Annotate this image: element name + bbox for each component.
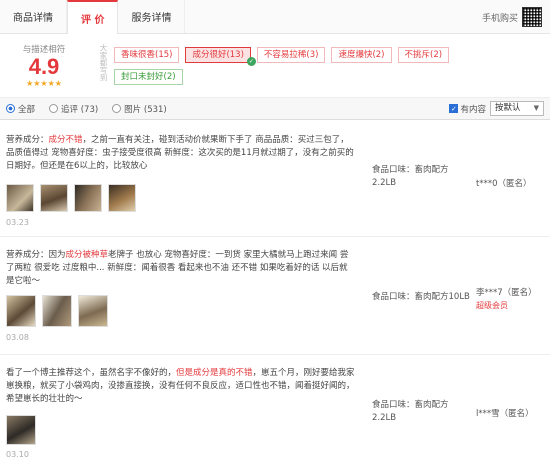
flavor-weight: 2.2LB <box>372 178 397 188</box>
review-photos <box>6 295 108 327</box>
flavor-label: 食品口味：畜肉配方10LB <box>372 292 470 302</box>
review-photo[interactable] <box>40 184 68 212</box>
review-text-part: 营养成分：因为 <box>6 250 66 260</box>
has-content-checkbox[interactable]: ✓ 有内容 <box>449 103 486 115</box>
tab-reviews[interactable]: 评 价 <box>67 0 119 34</box>
review-item: 营养成分：成分不错，之前一直有关注，碰到活动价就果断下手了 商品品质：买过三包了… <box>0 120 550 237</box>
score-value: 4.9 <box>28 54 60 79</box>
tag-item-selected[interactable]: 成分很好(13) ✓ <box>185 46 256 66</box>
review-photo[interactable] <box>6 295 36 327</box>
filter-append-radio[interactable]: 追评 (73) <box>49 103 98 115</box>
tag-item[interactable]: 不容易拉稀(3) <box>256 46 326 63</box>
checkbox-checked-icon: ✓ <box>449 104 459 113</box>
tab-bar: 商品详情 评 价 服务详情 手机购买 <box>0 0 550 34</box>
vip-badge: 超级会员 <box>476 301 508 310</box>
check-icon: ✓ <box>246 56 256 66</box>
star-rating-icon: ★★★★★ <box>26 79 62 88</box>
tags-side-label: 大家都写到 <box>99 43 108 82</box>
review-text: 看了一个博主推荐这个，虽然名字不像好的，但是成分是真的不错，崽五个月，刚好要给我… <box>6 367 356 406</box>
review-summary: 与描述相符 4.9 ★★★★★ 大家都写到 香味很香(15) 成分很好(13) … <box>0 34 550 98</box>
chevron-down-icon: ▼ <box>533 104 539 112</box>
tag-item[interactable]: 香味很香(15) <box>114 46 180 63</box>
review-highlight: 成分被种草 <box>65 250 109 260</box>
review-date: 03.23 <box>6 218 29 227</box>
filter-pictures-label: 图片 (531) <box>124 104 167 115</box>
review-photo[interactable] <box>42 295 72 327</box>
review-photo[interactable] <box>6 184 34 212</box>
review-photos <box>6 415 36 445</box>
review-photo[interactable] <box>6 415 36 445</box>
radio-icon <box>112 104 122 113</box>
review-text-part: 营养成分： <box>6 135 49 145</box>
review-photo[interactable] <box>78 295 108 327</box>
has-content-label: 有内容 <box>460 104 486 115</box>
review-highlight: 但是成分是真的不错 <box>176 368 253 378</box>
sort-select-value: 按默认 <box>495 103 521 113</box>
filter-pictures-radio[interactable]: 图片 (531) <box>112 103 167 115</box>
mobile-buy[interactable]: 手机购买 <box>482 7 542 27</box>
review-photo[interactable] <box>74 184 102 212</box>
mobile-buy-label: 手机购买 <box>481 13 518 24</box>
review-text: 营养成分：成分不错，之前一直有关注，碰到活动价就果断下手了 商品品质：买过三包了… <box>6 134 356 173</box>
tag-item[interactable]: 不挑斥(2) <box>397 46 450 63</box>
tab-product-details[interactable]: 商品详情 <box>0 0 67 33</box>
tag-label: 成分很好(13) <box>192 49 244 60</box>
filter-all-radio[interactable]: 全部 <box>6 103 35 115</box>
review-text-part: 看了一个博主推荐这个，虽然名字不像好的， <box>6 368 177 378</box>
radio-selected-icon <box>6 104 15 113</box>
review-photo[interactable] <box>108 184 136 212</box>
filter-all-label: 全部 <box>18 104 36 115</box>
review-flavor: 食品口味：畜肉配方10LB <box>372 291 470 304</box>
reviewer-name: 李***7（匿名） <box>476 288 537 298</box>
tab-service-details[interactable]: 服务详情 <box>118 0 186 33</box>
review-date: 03.10 <box>6 450 29 459</box>
filter-append-label: 追评 (73) <box>61 104 99 115</box>
tag-list: 香味很香(15) 成分很好(13) ✓ 不容易拉稀(3) 速度爆快(2) 不挑斥… <box>114 46 514 85</box>
filter-bar: 全部 追评 (73) 图片 (531) ✓ 有内容 按默认 ▼ <box>0 98 550 120</box>
review-photos <box>6 184 136 212</box>
review-date: 03.08 <box>6 333 29 342</box>
tag-item[interactable]: 速度爆快(2) <box>331 46 392 63</box>
review-highlight: 成分不错 <box>48 135 83 145</box>
flavor-label: 食品口味：畜肉配方 <box>372 165 449 175</box>
tag-item-negative[interactable]: 封口未封好(2) <box>114 68 183 85</box>
sort-select[interactable]: 按默认 ▼ <box>490 101 544 116</box>
reviewer-name: l***雪（匿名） <box>476 409 534 419</box>
flavor-label: 食品口味：畜肉配方 <box>372 400 449 410</box>
review-item: 营养成分：因为成分被种草老牌子 也放心 宠物喜好度：一到货 家里大橘就马上跑过来… <box>0 237 550 355</box>
review-text: 营养成分：因为成分被种草老牌子 也放心 宠物喜好度：一到货 家里大橘就马上跑过来… <box>6 249 356 288</box>
radio-icon <box>49 104 59 113</box>
review-item: 看了一个博主推荐这个，虽然名字不像好的，但是成分是真的不错，崽五个月，刚好要给我… <box>0 355 550 465</box>
qr-code-icon <box>522 7 542 27</box>
review-flavor: 食品口味：畜肉配方 2.2LB <box>372 164 449 190</box>
reviewer-name: t***0（匿名） <box>476 179 532 189</box>
review-flavor: 食品口味：畜肉配方 2.2LB <box>372 399 449 425</box>
flavor-weight: 2.2LB <box>372 413 397 423</box>
score-box: 与描述相符 4.9 ★★★★★ <box>0 43 88 88</box>
